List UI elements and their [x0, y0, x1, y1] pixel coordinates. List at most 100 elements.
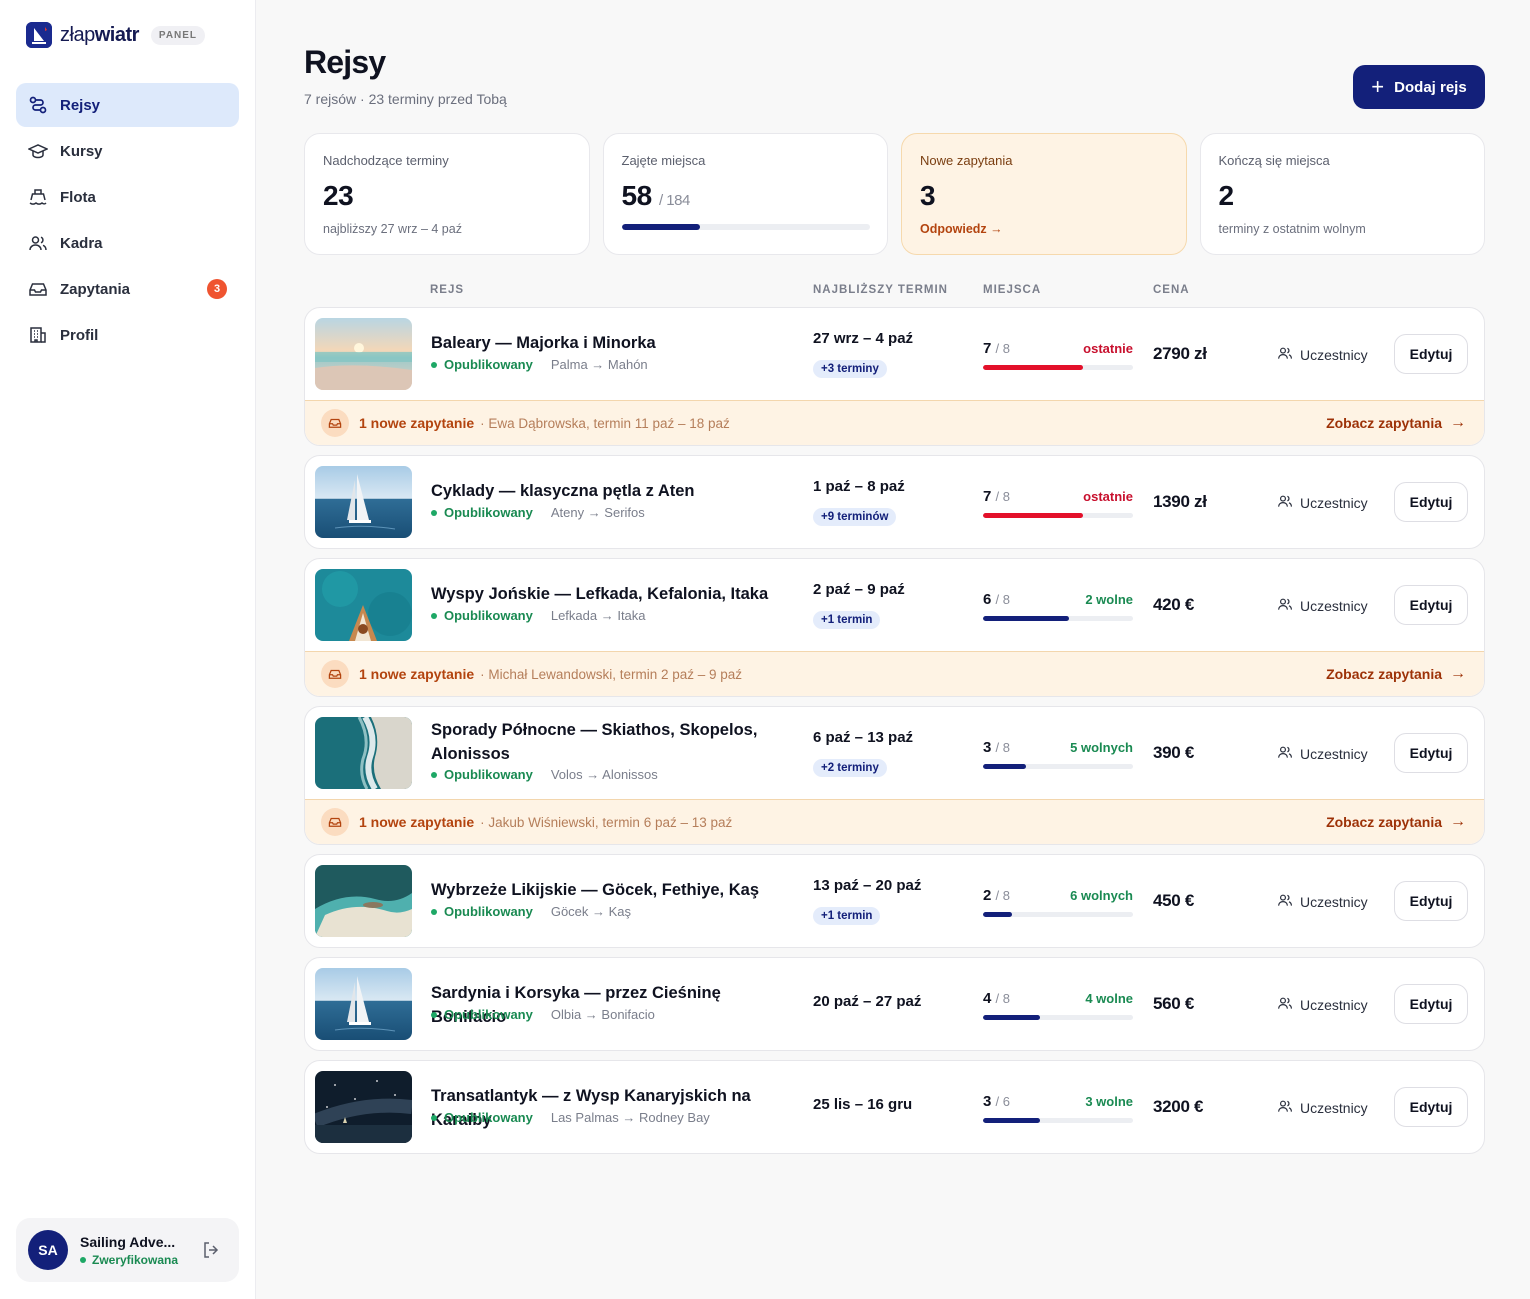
users-icon: [1277, 892, 1300, 911]
cruise-meta: Opublikowany Volos → Alonissos: [431, 767, 658, 782]
stat-new-inquiries: Nowe zapytania 3 Odpowiedz →: [901, 133, 1187, 255]
cruise-name[interactable]: Sporady Północne — Skiathos, Skopelos, A…: [431, 718, 791, 766]
seats-count: 2 / 8: [983, 887, 1010, 904]
edit-button[interactable]: Edytuj: [1394, 334, 1468, 374]
cruise-name[interactable]: Cyklady — klasyczna pętla z Aten: [431, 479, 791, 503]
cruise-meta: Opublikowany Olbia → Bonifacio: [431, 1007, 655, 1022]
more-terms-badge[interactable]: +1 termin: [813, 907, 881, 925]
cruise-meta: Opublikowany Palma → Mahón: [431, 357, 648, 372]
participants-label: Uczestnicy: [1300, 1099, 1368, 1116]
stat-value: 3: [920, 180, 936, 211]
seats-progress-fill: [621, 224, 700, 230]
account-card[interactable]: SA Sailing Adve... Zweryfikowana: [16, 1218, 239, 1282]
seats-progress-bar: [983, 616, 1133, 621]
edit-button[interactable]: Edytuj: [1394, 733, 1468, 773]
seats-indicator: 3 / 6 3 wolne: [983, 1093, 1133, 1123]
participants-label: Uczestnicy: [1300, 346, 1368, 363]
table-row[interactable]: Sardynia i Korsyka — przez Cieśninę Boni…: [305, 958, 1484, 1050]
stat-value: 23: [323, 180, 354, 211]
more-terms-badge[interactable]: +9 terminów: [813, 508, 897, 526]
sidebar-item-label: Kursy: [60, 142, 103, 160]
stat-value: 58 / 184: [621, 180, 691, 211]
table-row[interactable]: Wyspy Jońskie — Lefkada, Kefalonia, Itak…: [305, 559, 1484, 651]
sidebar-item-flota[interactable]: Flota: [16, 175, 239, 219]
sidebar-item-kadra[interactable]: Kadra: [16, 221, 239, 265]
participants-link[interactable]: Uczestnicy: [1277, 596, 1368, 615]
participants-label: Uczestnicy: [1300, 494, 1368, 511]
seats-progress-fill: [983, 1118, 1040, 1123]
sidebar-item-kursy[interactable]: Kursy: [16, 129, 239, 173]
price: 420 €: [1153, 595, 1195, 614]
stat-label: Nowe zapytania: [920, 153, 1013, 168]
seats-progress-bar: [983, 1118, 1133, 1123]
column-header: CENA: [1153, 284, 1190, 296]
more-terms-badge[interactable]: +1 termin: [813, 611, 881, 629]
stat-upcoming-terms: Nadchodzące terminy 23 najbliższy 27 wrz…: [304, 133, 590, 255]
cruise-card: Wybrzeże Likijskie — Göcek, Fethiye, Kaş…: [304, 854, 1485, 948]
nearest-date: 6 paź – 13 paź: [813, 729, 914, 746]
more-terms-badge[interactable]: +2 terminy: [813, 759, 887, 777]
nearest-date: 20 paź – 27 paź: [813, 993, 922, 1010]
seats-progress-fill: [983, 365, 1083, 370]
participants-link[interactable]: Uczestnicy: [1277, 995, 1368, 1014]
users-icon: [1277, 596, 1300, 615]
price: 560 €: [1153, 994, 1195, 1013]
stat-taken-seats: Zajęte miejsca 58 / 184: [602, 133, 888, 255]
users-icon: [28, 233, 48, 253]
seats-count: 7 / 8: [983, 340, 1010, 357]
stat-label: Kończą się miejsca: [1218, 153, 1330, 168]
participants-link[interactable]: Uczestnicy: [1277, 744, 1368, 763]
cruise-card: Sporady Północne — Skiathos, Skopelos, A…: [304, 706, 1485, 845]
price: 1390 zł: [1153, 492, 1207, 511]
participants-link[interactable]: Uczestnicy: [1277, 1098, 1368, 1117]
cruise-name[interactable]: Wyspy Jońskie — Lefkada, Kefalonia, Itak…: [431, 582, 791, 606]
graduation-cap-icon: [28, 141, 48, 161]
sidebar-item-rejsy[interactable]: Rejsy: [16, 83, 239, 127]
view-inquiries-link[interactable]: Zobacz zapytania →: [1326, 414, 1466, 432]
arrow-right-icon: →: [1450, 813, 1466, 830]
seats-progress-fill: [983, 1015, 1040, 1020]
seats-tag: 6 wolnych: [1070, 888, 1133, 903]
view-inquiries-link[interactable]: Zobacz zapytania →: [1326, 665, 1466, 683]
cruise-card: Cyklady — klasyczna pętla z Aten Opublik…: [304, 455, 1485, 549]
seats-indicator: 4 / 8 4 wolne: [983, 990, 1133, 1020]
cruise-meta: Opublikowany Ateny → Serifos: [431, 505, 645, 520]
more-terms-badge[interactable]: +3 terminy: [813, 360, 887, 378]
seats-indicator: 3 / 8 5 wolnych: [983, 739, 1133, 769]
seats-indicator: 2 / 8 6 wolnych: [983, 887, 1133, 917]
stat-label: Nadchodzące terminy: [323, 153, 449, 168]
seats-progress-bar: [983, 513, 1133, 518]
inbox-icon: [321, 808, 349, 836]
add-cruise-button[interactable]: + Dodaj rejs: [1353, 65, 1485, 109]
edit-button[interactable]: Edytuj: [1394, 881, 1468, 921]
table-row[interactable]: Wybrzeże Likijskie — Göcek, Fethiye, Kaş…: [305, 855, 1484, 947]
cruise-photo: [315, 865, 412, 937]
participants-link[interactable]: Uczestnicy: [1277, 493, 1368, 512]
sidebar-item-label: Kadra: [60, 234, 103, 252]
sidebar-item-zapytania[interactable]: Zapytania 3: [16, 267, 239, 311]
seats-progress-bar: [983, 365, 1133, 370]
status-badge: Opublikowany: [431, 767, 533, 782]
sailboat-logo-icon: [26, 22, 52, 48]
reply-link[interactable]: Odpowiedz →: [920, 222, 1003, 236]
edit-button[interactable]: Edytuj: [1394, 1087, 1468, 1127]
edit-button[interactable]: Edytuj: [1394, 482, 1468, 522]
table-row[interactable]: Cyklady — klasyczna pętla z Aten Opublik…: [305, 456, 1484, 548]
participants-link[interactable]: Uczestnicy: [1277, 345, 1368, 364]
cruise-name[interactable]: Baleary — Majorka i Minorka: [431, 331, 791, 355]
participants-link[interactable]: Uczestnicy: [1277, 892, 1368, 911]
sidebar-item-profil[interactable]: Profil: [16, 313, 239, 357]
seats-count: 4 / 8: [983, 990, 1010, 1007]
table-row[interactable]: Baleary — Majorka i Minorka Opublikowany…: [305, 308, 1484, 400]
seats-tag: 2 wolne: [1085, 592, 1133, 607]
brand-logo[interactable]: złapwiatr PANEL: [26, 22, 206, 48]
table-row[interactable]: Transatlantyk — z Wysp Kanaryjskich na K…: [305, 1061, 1484, 1153]
edit-button[interactable]: Edytuj: [1394, 585, 1468, 625]
status-badge: Opublikowany: [431, 357, 533, 372]
view-inquiries-link[interactable]: Zobacz zapytania →: [1326, 813, 1466, 831]
logout-icon[interactable]: [201, 1240, 221, 1260]
edit-button[interactable]: Edytuj: [1394, 984, 1468, 1024]
cruise-name[interactable]: Wybrzeże Likijskie — Göcek, Fethiye, Kaş: [431, 878, 791, 902]
table-row[interactable]: Sporady Północne — Skiathos, Skopelos, A…: [305, 707, 1484, 799]
column-header: MIEJSCA: [983, 284, 1042, 296]
